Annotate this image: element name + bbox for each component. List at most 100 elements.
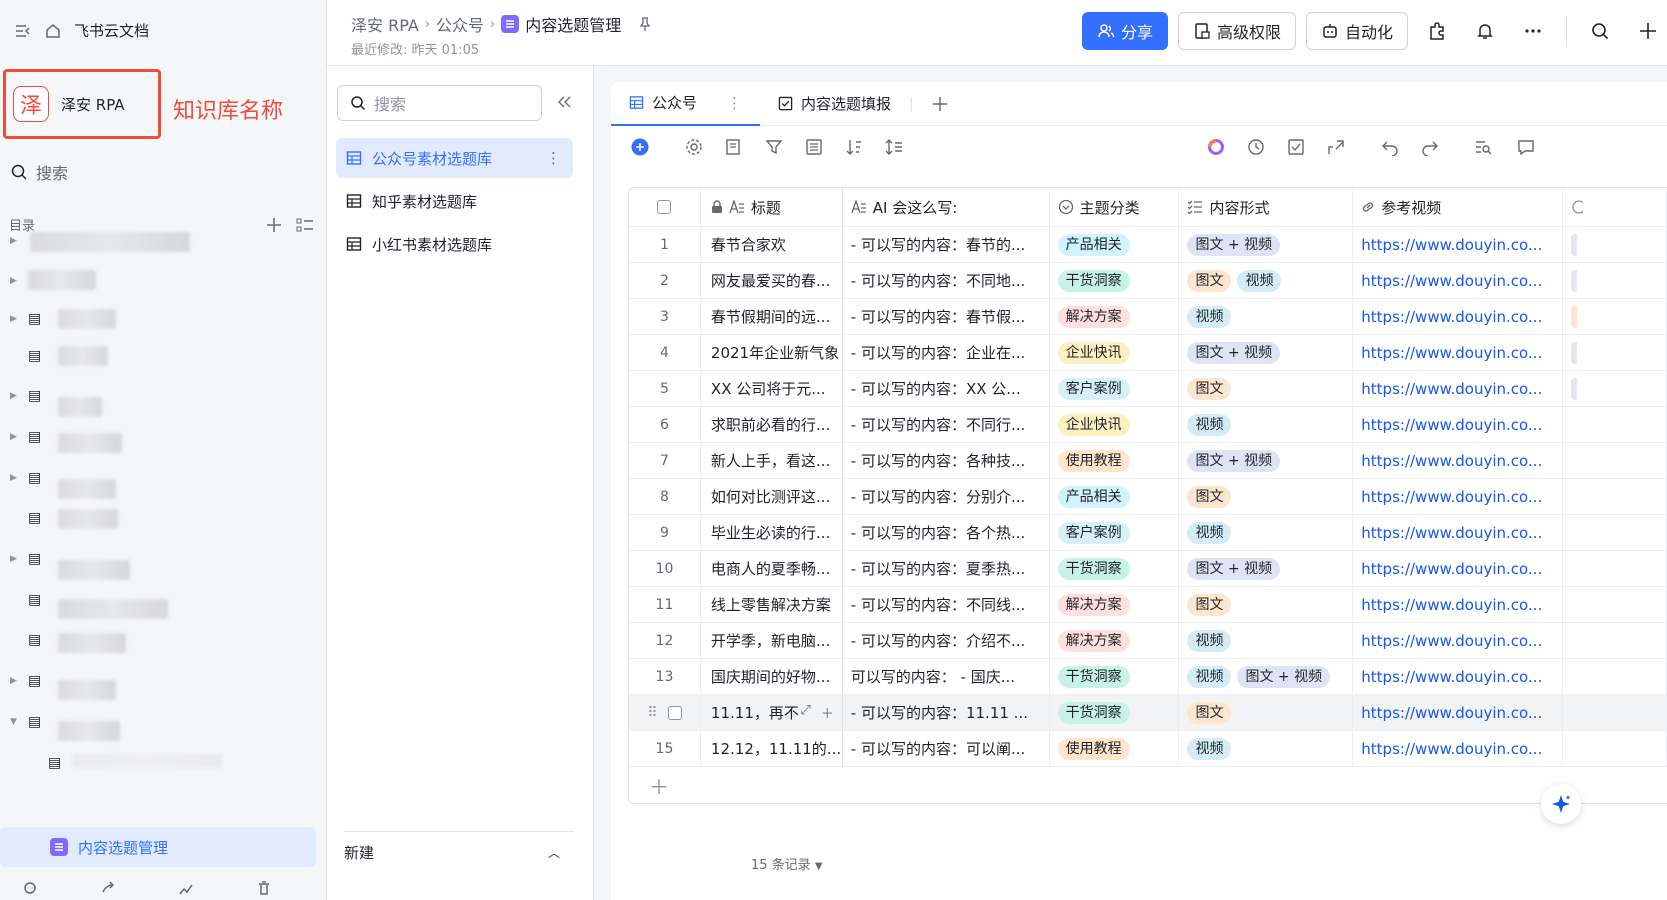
form-cell[interactable]: 图文 <box>1179 371 1354 406</box>
table-row[interactable]: 2 网友最爱买的春... - 可以写的内容：不同地... 干货洞察 图文 视频 https:… <box>629 263 1667 299</box>
table-row[interactable]: 5 XX 公司将于元... - 可以写的内容：XX 公... 客户案例 图文 https:… <box>629 371 1667 407</box>
column-header[interactable]: 参考视频 <box>1353 188 1564 226</box>
form-cell[interactable]: 视频 <box>1179 515 1354 550</box>
category-cell[interactable]: 客户案例 <box>1050 371 1180 406</box>
video-link[interactable]: https://www.douyin.co... <box>1361 704 1542 722</box>
history-button[interactable] <box>1247 138 1265 156</box>
sidebar-item-active[interactable]: 内容选题管理 <box>0 827 316 867</box>
more-vertical-icon[interactable]: ⋮ <box>727 94 742 112</box>
category-cell[interactable]: 干货洞察 <box>1050 659 1180 694</box>
redo-button[interactable] <box>1421 138 1439 156</box>
video-link[interactable]: https://www.douyin.co... <box>1361 668 1542 686</box>
category-cell[interactable]: 解决方案 <box>1050 587 1180 622</box>
clipped-cell[interactable] <box>1563 443 1667 478</box>
form-cell[interactable]: 图文 视频 <box>1179 263 1354 298</box>
clipped-cell[interactable] <box>1563 299 1667 334</box>
add-record-button[interactable] <box>631 138 649 156</box>
share-icon[interactable] <box>100 880 116 896</box>
title-cell[interactable]: 2021年企业新气象 <box>701 335 843 370</box>
title-cell[interactable]: 毕业生必读的行... <box>701 515 843 550</box>
settings-button[interactable] <box>685 138 703 156</box>
category-cell[interactable]: 客户案例 <box>1050 515 1180 550</box>
title-cell[interactable]: 电商人的夏季畅... <box>701 551 843 586</box>
clipped-cell[interactable] <box>1563 587 1667 622</box>
global-search-button[interactable] <box>1581 12 1619 50</box>
ai-cell[interactable]: - 可以写的内容：春节假... <box>843 299 1050 334</box>
table-row[interactable]: 1 春节合家欢 - 可以写的内容：春节的... 产品相关 图文 + 视频 https://… <box>629 227 1667 263</box>
clipped-cell[interactable] <box>1563 479 1667 514</box>
title-cell[interactable]: 春节假期间的远... <box>701 299 843 334</box>
form-cell[interactable]: 图文 + 视频 <box>1179 227 1354 262</box>
ai-cell[interactable]: - 可以写的内容：夏季热... <box>843 551 1050 586</box>
share-view-button[interactable] <box>1327 138 1345 156</box>
video-link[interactable]: https://www.douyin.co... <box>1361 740 1542 758</box>
ai-assistant-button[interactable] <box>1541 784 1581 824</box>
ai-cell[interactable]: - 可以写的内容：各个热... <box>843 515 1050 550</box>
permissions-button[interactable]: 高级权限 <box>1177 12 1296 50</box>
clipped-cell[interactable] <box>1563 551 1667 586</box>
form-cell[interactable]: 图文 + 视频 <box>1179 551 1354 586</box>
table-row[interactable]: 13 国庆期间的好物... 可以写的内容： - 国庆... 干货洞察 视频 图文 + 视频… <box>629 659 1667 695</box>
panel-search[interactable]: 搜索 <box>337 85 542 121</box>
category-cell[interactable]: 企业快讯 <box>1050 407 1180 442</box>
link-cell[interactable]: https://www.douyin.co... <box>1353 551 1564 586</box>
automation-button[interactable]: 自动化 <box>1305 12 1408 50</box>
form-cell[interactable]: 图文 <box>1179 479 1354 514</box>
link-cell[interactable]: https://www.douyin.co... <box>1353 299 1564 334</box>
create-button[interactable] <box>1629 12 1667 50</box>
column-header[interactable]: AI 会这么写: <box>843 188 1050 226</box>
ai-cell[interactable]: - 可以写的内容：11.11 ... <box>843 695 1050 730</box>
link-cell[interactable]: https://www.douyin.co... <box>1353 659 1564 694</box>
share-button[interactable]: 分享 <box>1081 12 1168 50</box>
clipped-cell[interactable] <box>1563 659 1667 694</box>
tree-item[interactable]: ▤ <box>0 621 327 659</box>
column-header-partial[interactable] <box>1563 188 1667 226</box>
table-item[interactable]: 知乎素材选题库 <box>336 181 573 221</box>
tree-item[interactable]: ▤ <box>0 744 327 782</box>
group-button[interactable] <box>805 138 823 156</box>
table-row[interactable]: 9 毕业生必读的行... - 可以写的内容：各个热... 客户案例 视频 https://… <box>629 515 1667 551</box>
title-cell[interactable]: 12.12，11.11的... <box>701 731 843 766</box>
chevron-up-icon[interactable]: ︿ <box>548 844 560 861</box>
sort-button[interactable] <box>845 138 863 156</box>
row-index-cell[interactable]: 5 <box>629 371 701 406</box>
plugin-button[interactable] <box>1418 12 1456 50</box>
select-all[interactable] <box>629 188 701 226</box>
row-index-cell[interactable]: 12 <box>629 623 701 658</box>
row-index-cell[interactable]: 13 <box>629 659 701 694</box>
tree-item[interactable]: ▶ ▤ <box>0 662 327 700</box>
title-cell[interactable]: 11.11，再不 ⤢ ＋ <box>701 695 843 730</box>
row-index-cell[interactable]: 1 <box>629 227 701 262</box>
category-cell[interactable]: 产品相关 <box>1050 479 1180 514</box>
form-cell[interactable]: 图文 + 视频 <box>1179 335 1354 370</box>
notification-button[interactable] <box>1466 12 1504 50</box>
row-index-cell[interactable]: ⠿ <box>629 695 701 730</box>
record-count[interactable]: 15 条记录 ▼ <box>751 854 823 873</box>
tree-item[interactable]: ▶ <box>0 222 327 260</box>
more-vertical-icon[interactable]: ⋮ <box>546 149 561 167</box>
video-link[interactable]: https://www.douyin.co... <box>1361 488 1542 506</box>
breadcrumb-item[interactable]: 公众号 <box>436 12 484 36</box>
title-cell[interactable]: XX 公司将于元... <box>701 371 843 406</box>
row-index-cell[interactable]: 6 <box>629 407 701 442</box>
clipped-cell[interactable] <box>1563 623 1667 658</box>
video-link[interactable]: https://www.douyin.co... <box>1361 308 1542 326</box>
add-view-button[interactable] <box>914 82 966 126</box>
link-cell[interactable]: https://www.douyin.co... <box>1353 407 1564 442</box>
row-index-cell[interactable]: 2 <box>629 263 701 298</box>
ai-cell[interactable]: - 可以写的内容：介绍不... <box>843 623 1050 658</box>
video-link[interactable]: https://www.douyin.co... <box>1361 524 1542 542</box>
table-row[interactable]: ⠿ 11.11，再不 ⤢ ＋ - 可以写的内容：11.11 ... 干货洞察 图文 https… <box>629 695 1667 731</box>
video-link[interactable]: https://www.douyin.co... <box>1361 596 1542 614</box>
video-link[interactable]: https://www.douyin.co... <box>1361 236 1542 254</box>
breadcrumb-item[interactable]: 泽安 RPA <box>351 12 419 36</box>
title-cell[interactable]: 开学季，新电脑... <box>701 623 843 658</box>
add-icon[interactable]: ＋ <box>821 703 834 722</box>
table-item[interactable]: 小红书素材选题库 <box>336 224 573 264</box>
find-button[interactable] <box>1474 138 1492 156</box>
row-index-cell[interactable]: 11 <box>629 587 701 622</box>
link-cell[interactable]: https://www.douyin.co... <box>1353 515 1564 550</box>
video-link[interactable]: https://www.douyin.co... <box>1361 560 1542 578</box>
ai-button[interactable] <box>1207 138 1225 156</box>
select-all-checkbox[interactable] <box>657 200 672 214</box>
